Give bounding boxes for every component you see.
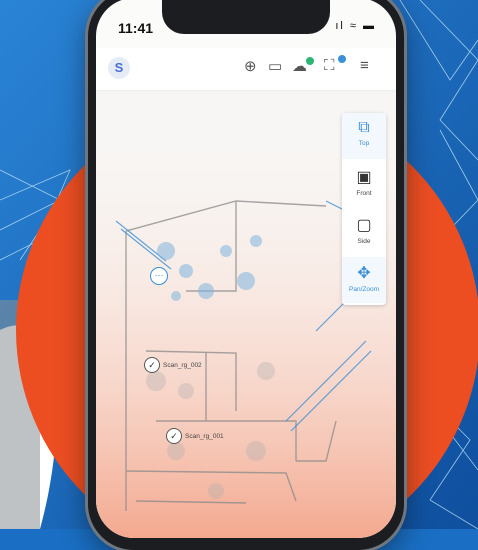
phone-screen: 11:41 ıl ≈ ▬ S ⊕ ▭ ☁ ⛶ ≡ ⧉ Top ▣ Front ▢…	[96, 0, 396, 538]
status-time: 11:41	[118, 20, 154, 36]
scan-label: Scan_rg_001	[185, 432, 224, 440]
pan-zoom-icon: ✥	[357, 265, 371, 282]
scanner-icon[interactable]: ⛶	[324, 57, 335, 74]
view-front-button[interactable]: ▣ Front	[342, 161, 386, 207]
battery-icon[interactable]: ▭	[268, 57, 282, 75]
cloud-status-dot	[306, 57, 314, 65]
app-logo-icon[interactable]: S	[108, 57, 130, 79]
scan-marker[interactable]: ✓ Scan_rg_002	[144, 357, 202, 373]
side-view-icon: ▢	[356, 217, 372, 234]
view-side-label: Side	[357, 238, 371, 245]
view-mode-panel: ⧉ Top ▣ Front ▢ Side ✥ Pan/Zoom	[342, 113, 386, 305]
top-view-icon: ⧉	[358, 119, 370, 136]
cloud-icon[interactable]: ☁	[292, 57, 307, 75]
point-cloud-canvas[interactable]: ⧉ Top ▣ Front ▢ Side ✥ Pan/Zoom ⋯ ✓ Scan…	[96, 91, 396, 538]
crosshair-plus-icon[interactable]: ⊕	[244, 57, 257, 75]
menu-icon[interactable]: ≡	[360, 57, 369, 74]
view-top-button[interactable]: ⧉ Top	[342, 113, 386, 159]
notch	[162, 0, 330, 34]
pan-zoom-label: Pan/Zoom	[349, 286, 379, 293]
scanner-status-dot	[338, 55, 346, 63]
scan-label: Scan_rg_002	[163, 361, 202, 369]
current-position-marker[interactable]: ⋯	[150, 267, 168, 285]
scan-marker[interactable]: ✓ Scan_rg_001	[166, 428, 224, 444]
check-icon: ✓	[166, 428, 182, 444]
status-icons: ıl ≈ ▬	[335, 20, 376, 32]
front-view-icon: ▣	[356, 169, 372, 186]
check-icon: ✓	[144, 357, 160, 373]
pan-zoom-button[interactable]: ✥ Pan/Zoom	[342, 257, 386, 303]
view-front-label: Front	[356, 190, 372, 197]
app-bar: S ⊕ ▭ ☁ ⛶ ≡	[96, 48, 396, 91]
view-top-label: Top	[358, 140, 370, 147]
view-side-button[interactable]: ▢ Side	[342, 209, 386, 255]
